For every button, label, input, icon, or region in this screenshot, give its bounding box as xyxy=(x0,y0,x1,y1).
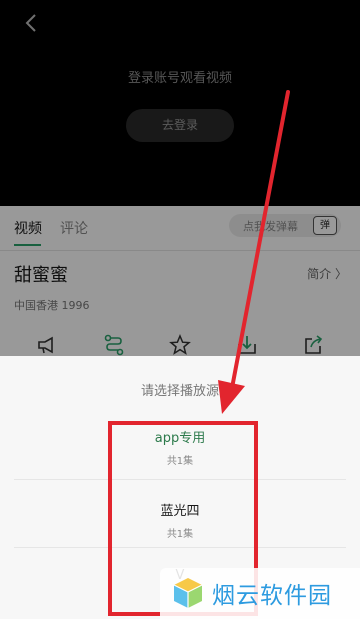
cube-logo-icon xyxy=(173,578,203,608)
watermark-text: 烟云软件园 xyxy=(212,583,332,609)
watermark: 烟云软件园 xyxy=(160,568,360,619)
